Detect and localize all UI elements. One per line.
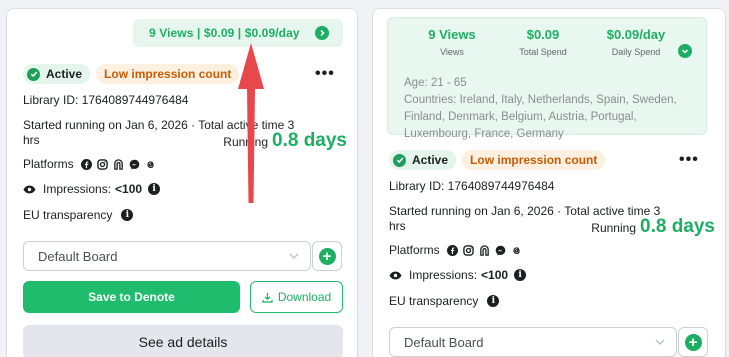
summary-text: 9 Views | $0.09 | $0.09/day	[149, 26, 300, 40]
threads-icon	[513, 246, 520, 254]
impressions-value: <100	[481, 268, 509, 282]
more-icon[interactable]: •••	[315, 65, 335, 83]
eu-label: EU transparency	[23, 208, 113, 222]
check-circle-icon	[27, 67, 40, 81]
impression-badge: Low impression count	[96, 64, 240, 84]
download-button[interactable]: Download	[250, 281, 343, 313]
started-line2: hrs	[23, 133, 40, 147]
ad-card-2: 9 Views Views $0.09 Total Spend $0.09/da…	[372, 8, 726, 357]
platforms-label: Platforms	[23, 157, 74, 171]
status-badge: Active	[23, 64, 91, 84]
add-board-button[interactable]: +	[678, 327, 708, 357]
running-value: 0.8 days	[640, 216, 715, 237]
board-select-value: Default Board	[38, 248, 118, 264]
eye-icon	[389, 271, 402, 279]
platforms-row: Platforms	[23, 157, 156, 171]
audience-network-icon	[113, 158, 123, 170]
eye-icon	[23, 185, 36, 193]
stat-value: $0.09/day	[606, 27, 666, 42]
status-label: Active	[412, 153, 449, 167]
chevron-down-icon	[655, 339, 665, 346]
more-icon[interactable]: •••	[679, 151, 699, 169]
messenger-icon	[129, 159, 139, 169]
plus-icon: +	[684, 333, 702, 351]
threads-icon	[147, 160, 154, 168]
impression-badge: Low impression count	[462, 150, 606, 170]
running-label: Running	[591, 221, 636, 235]
stat-views: 9 Views Views	[416, 27, 488, 57]
arrow-icon	[238, 43, 264, 203]
platforms-label: Platforms	[389, 243, 440, 257]
impressions-row: Impressions: <100 i	[389, 268, 527, 282]
eu-transparency-row: EU transparency i	[23, 208, 134, 222]
facebook-icon	[80, 158, 92, 170]
impressions-value: <100	[115, 182, 143, 196]
info-icon[interactable]: i	[514, 269, 527, 281]
eu-label: EU transparency	[389, 294, 479, 308]
stat-value: 9 Views	[428, 27, 476, 42]
status-badge: Active	[389, 150, 457, 170]
facebook-icon	[446, 244, 458, 256]
save-to-denote-button[interactable]: Save to Denote	[23, 281, 240, 313]
library-id: Library ID: 1764089744976484	[389, 179, 555, 193]
running-duration: Running 0.8 days	[591, 216, 715, 238]
impressions-label: Impressions:	[43, 182, 112, 196]
audience-network-icon	[479, 244, 489, 256]
started-line2: hrs	[389, 219, 406, 233]
info-icon[interactable]: i	[487, 295, 500, 307]
library-id: Library ID: 1764089744976484	[23, 93, 189, 107]
ad-card-1: 9 Views | $0.09 | $0.09/day Active Low i…	[6, 8, 358, 357]
stat-value: $0.09	[526, 27, 560, 42]
stat-daily-spend: $0.09/day Daily Spend	[596, 27, 676, 57]
impressions-row: Impressions: <100 i	[23, 182, 161, 196]
see-ad-details-button[interactable]: See ad details	[23, 325, 343, 357]
countries: Countries: Ireland, Italy, Netherlands, …	[404, 94, 677, 140]
download-label: Download	[277, 290, 332, 304]
info-icon[interactable]: i	[121, 209, 134, 221]
stat-label: Views	[440, 47, 464, 57]
instagram-icon	[462, 244, 474, 256]
board-select[interactable]: Default Board	[23, 241, 311, 271]
chevron-circle-icon[interactable]	[315, 26, 329, 40]
instagram-icon	[96, 158, 108, 170]
board-select-value: Default Board	[404, 334, 484, 350]
info-icon[interactable]: i	[148, 183, 161, 195]
add-board-button[interactable]: +	[312, 241, 342, 271]
stat-label: Total Spend	[519, 47, 567, 57]
targeting-info: Age: 21 - 65 Countries: Ireland, Italy, …	[404, 75, 704, 143]
impressions-label: Impressions:	[409, 268, 478, 282]
board-select[interactable]: Default Board	[389, 327, 677, 357]
eu-transparency-row: EU transparency i	[389, 294, 500, 308]
platforms-row: Platforms	[389, 243, 522, 257]
plus-icon: +	[318, 247, 336, 265]
age-range: Age: 21 - 65	[404, 77, 467, 89]
stat-label: Daily Spend	[611, 47, 661, 57]
status-label: Active	[46, 67, 83, 81]
running-value: 0.8 days	[272, 130, 347, 151]
chevron-down-circle-icon[interactable]	[678, 44, 692, 58]
stats-panel: 9 Views Views $0.09 Total Spend $0.09/da…	[387, 17, 707, 140]
chevron-down-icon	[289, 253, 299, 260]
messenger-icon	[495, 245, 505, 255]
download-icon	[262, 292, 273, 303]
stat-total-spend: $0.09 Total Spend	[510, 27, 576, 57]
check-circle-icon	[393, 153, 406, 167]
